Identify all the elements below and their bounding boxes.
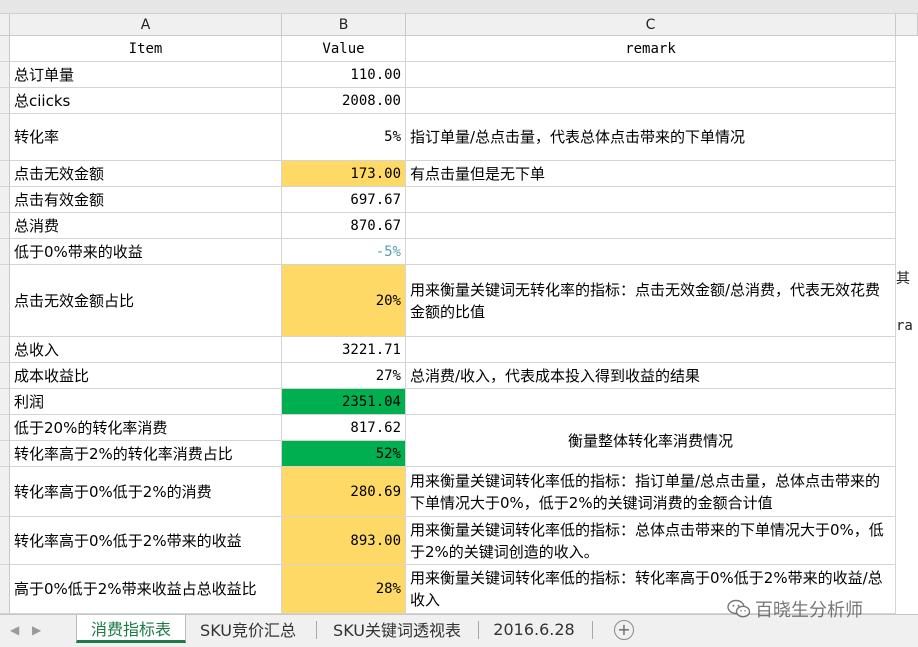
cell-item[interactable]: 总消费 [10,213,282,239]
select-all-corner[interactable] [0,14,10,36]
tab-separator [478,621,479,639]
cell-value[interactable]: 697.67 [282,187,406,213]
cell-value[interactable]: 27% [282,363,406,389]
row-header[interactable] [0,88,10,114]
cell-item[interactable]: 点击有效金额 [10,187,282,213]
cell-remark-text: 用来衡量关键词转化率低的指标：总体点击带来的下单情况大于0%，低于2%的关键词创… [410,520,884,561]
cell-item[interactable]: 点击无效金额 [10,161,282,187]
row-header[interactable] [0,363,10,389]
cell-remark[interactable]: 用来衡量关键词转化率低的指标：指订单量/总点击量，总体点击带来的下单情况大于0%… [406,467,896,517]
cell-remark[interactable]: 有点击量但是无下单 [406,161,896,187]
cell-item[interactable]: 总收入 [10,337,282,363]
cell-item-text: 高于0%低于2%带来收益占总收益比 [14,580,257,598]
cell-item[interactable]: 转化率高于2%的转化率消费占比 [10,441,282,467]
cell-remark[interactable] [406,213,896,239]
prev-sheet-arrow-icon[interactable]: ◀ [10,623,19,637]
row-header[interactable] [0,517,10,565]
cell-remark[interactable] [406,88,896,114]
column-header-c[interactable]: C [406,14,896,36]
row-header[interactable] [0,161,10,187]
row-header[interactable] [0,441,10,467]
sheet-tab[interactable]: 2016.6.28 [484,615,584,643]
cell-value[interactable]: 110.00 [282,62,406,88]
cell-item[interactable]: 转化率高于0%低于2%的消费 [10,467,282,517]
next-sheet-arrow-icon[interactable]: ▶ [32,623,41,637]
row-header[interactable] [0,467,10,517]
row-header[interactable] [0,36,10,62]
watermark: 百晓生分析师 [727,594,863,624]
row-header[interactable] [0,239,10,265]
cell-value[interactable]: 5% [282,114,406,161]
cell-remark[interactable] [406,62,896,88]
cell-value-highlighted[interactable]: 2351.04 [282,389,406,415]
cell-remark-text: 用来衡量关键词无转化率的指标：点击无效金额/总消费，代表无效花费金额的比值 [410,280,881,321]
column-header-b[interactable]: B [282,14,406,36]
cell-item[interactable]: 高于0%低于2%带来收益占总收益比 [10,565,282,614]
row-header[interactable] [0,565,10,614]
cell-remark[interactable] [406,239,896,265]
sheet-tab-active[interactable]: 消费指标表 [76,615,186,643]
cell-remark[interactable]: 总消费/收入，代表成本投入得到收益的结果 [406,363,896,389]
ribbon-edge [0,0,918,14]
cell-value-highlighted[interactable]: 173.00 [282,161,406,187]
row-header[interactable] [0,213,10,239]
cell-remark[interactable] [406,187,896,213]
column-header-a[interactable]: A [10,14,282,36]
cell-value-highlighted[interactable]: 280.69 [282,467,406,517]
row-header[interactable] [0,62,10,88]
spreadsheet-grid[interactable]: A B C Item Value remark 总订单量 110.00 总cii… [0,0,918,614]
sheet-tab[interactable]: SKU竞价汇总 [188,615,308,643]
plus-circle-icon[interactable]: + [614,620,634,640]
cell-remark-text: 用来衡量关键词转化率低的指标：指订单量/总点击量，总体点击带来的下单情况大于0%… [410,471,881,512]
cell-remark[interactable]: 用来衡量关键词转化率低的指标：总体点击带来的下单情况大于0%，低于2%的关键词创… [406,517,896,565]
cell-remark[interactable] [406,337,896,363]
row-header[interactable] [0,337,10,363]
cell-remark[interactable]: 用来衡量关键词无转化率的指标：点击无效金额/总消费，代表无效花费金额的比值 [406,265,896,337]
cell-item[interactable]: 低于0%带来的收益 [10,239,282,265]
cell-value[interactable]: 2008.00 [282,88,406,114]
cell-item[interactable]: 低于20%的转化率消费 [10,415,282,441]
header-cell-remark[interactable]: remark [406,36,896,62]
row-header[interactable] [0,389,10,415]
cell-remark[interactable] [406,389,896,415]
row-header[interactable] [0,114,10,161]
wechat-icon [727,599,751,618]
cell-item[interactable]: 总订单量 [10,62,282,88]
column-header-d[interactable] [896,14,918,36]
cell-value-highlighted[interactable]: 52% [282,441,406,467]
cell-item[interactable]: 转化率 [10,114,282,161]
cell-value-highlighted[interactable]: 893.00 [282,517,406,565]
row-header[interactable] [0,415,10,441]
cell-item[interactable]: 利润 [10,389,282,415]
cell-item[interactable]: 转化率高于0%低于2%带来的收益 [10,517,282,565]
row-header[interactable] [0,187,10,213]
cell-value[interactable]: 817.62 [282,415,406,441]
cell-item[interactable]: 成本收益比 [10,363,282,389]
header-cell-item[interactable]: Item [10,36,282,62]
cell-remark[interactable]: 指订单量/总点击量，代表总体点击带来的下单情况 [406,114,896,161]
tab-separator [592,621,593,639]
cell-value-highlighted[interactable]: 20% [282,265,406,337]
watermark-text: 百晓生分析师 [755,600,863,621]
cell-remark-merged[interactable]: 衡量整体转化率消费情况 [406,415,896,467]
cell-value[interactable]: 870.67 [282,213,406,239]
cell-value[interactable]: 3221.71 [282,337,406,363]
row-header[interactable] [0,265,10,337]
cell-item[interactable]: 总ciicks [10,88,282,114]
header-cell-value[interactable]: Value [282,36,406,62]
clipped-cell-text: ra [896,318,913,334]
sheet-tab[interactable]: SKU关键词透视表 [322,615,472,643]
clipped-cell-text: 其 [896,271,910,287]
cell-item[interactable]: 点击无效金额占比 [10,265,282,337]
cell-value-highlighted[interactable]: 28% [282,565,406,614]
cell-value-negative[interactable]: -5% [282,239,406,265]
tab-separator [316,621,317,639]
